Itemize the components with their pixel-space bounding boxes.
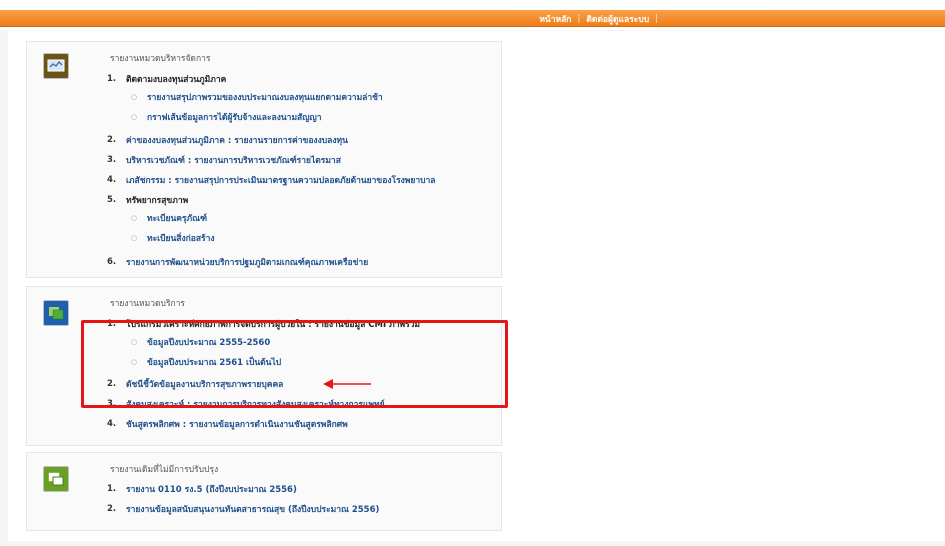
list-item[interactable]: 6. รายงานการพัฒนาหน่วยบริการปฐมภูมิตามเก… [107,255,368,269]
list-item[interactable]: 4. ชันสูตรพลิกศพ : รายงานข้อมูลการดำเนิน… [107,417,348,431]
nav-separator: | [577,13,581,24]
top-header: หน้าหลัก | ติดต่อผู้ดูแลระบบ | [0,0,945,30]
main-content: รายงานหมวดบริหารจัดการ 1. ติดตามงบลงทุนส… [8,31,945,541]
panel-title: รายงานหมวดบริการ [110,299,185,309]
legacy-report-panel: รายงานเดิมที่ไม่มีการปรับปรุง 1. รายงาน … [26,452,502,531]
monitor-chart-icon [43,53,69,79]
list-item[interactable]: 3. บริหารเวชภัณฑ์ : รายงานการบริหารเวชภั… [107,153,341,167]
list-item[interactable]: 2. ค่าของงบลงทุนส่วนภูมิภาค : รายงานรายก… [107,133,348,147]
sub-item-link[interactable]: ○ ทะเบียนครุภัณฑ์ [131,211,207,225]
list-item[interactable]: 4. เภสัชกรรม : รายงานสรุปการประเมินมาตรฐ… [107,173,436,187]
panel-title: รายงานเดิมที่ไม่มีการปรับปรุง [110,465,219,475]
red-arrow-icon [323,379,371,389]
highlight-box [81,320,508,408]
list-item[interactable]: 1. รายงาน 0110 รง.5 (ถึงปีงบประมาณ 2556) [107,482,297,496]
sub-item-link[interactable]: ○ รายงานสรุปภาพรวมของงบประมาณงบลงทุนแยกต… [131,90,383,104]
sub-item-link[interactable]: ○ กราฟเส้นข้อมูลการได้ผู้รับจ้างและลงนาม… [131,110,322,124]
list-item: 1. ติดตามงบลงทุนส่วนภูมิภาค [107,74,227,85]
panel-title: รายงานหมวดบริหารจัดการ [110,54,211,64]
top-nav: หน้าหลัก | ติดต่อผู้ดูแลระบบ | [539,12,664,25]
list-item: 5. ทรัพยากรสุขภาพ [107,195,189,206]
nav-contact-link[interactable]: ติดต่อผู้ดูแลระบบ [586,12,649,26]
list-item[interactable]: 2. รายงานข้อมูลสนับสนุนงานทันตสาธารณสุข … [107,502,379,516]
windows-icon [43,300,69,326]
sub-item-link[interactable]: ○ ทะเบียนสิ่งก่อสร้าง [131,231,215,245]
nav-separator: | [655,13,658,24]
orange-nav-strip [0,10,945,27]
copy-windows-icon [43,466,69,492]
nav-home-link[interactable]: หน้าหลัก [539,12,571,26]
management-report-panel: รายงานหมวดบริหารจัดการ 1. ติดตามงบลงทุนส… [26,41,502,278]
